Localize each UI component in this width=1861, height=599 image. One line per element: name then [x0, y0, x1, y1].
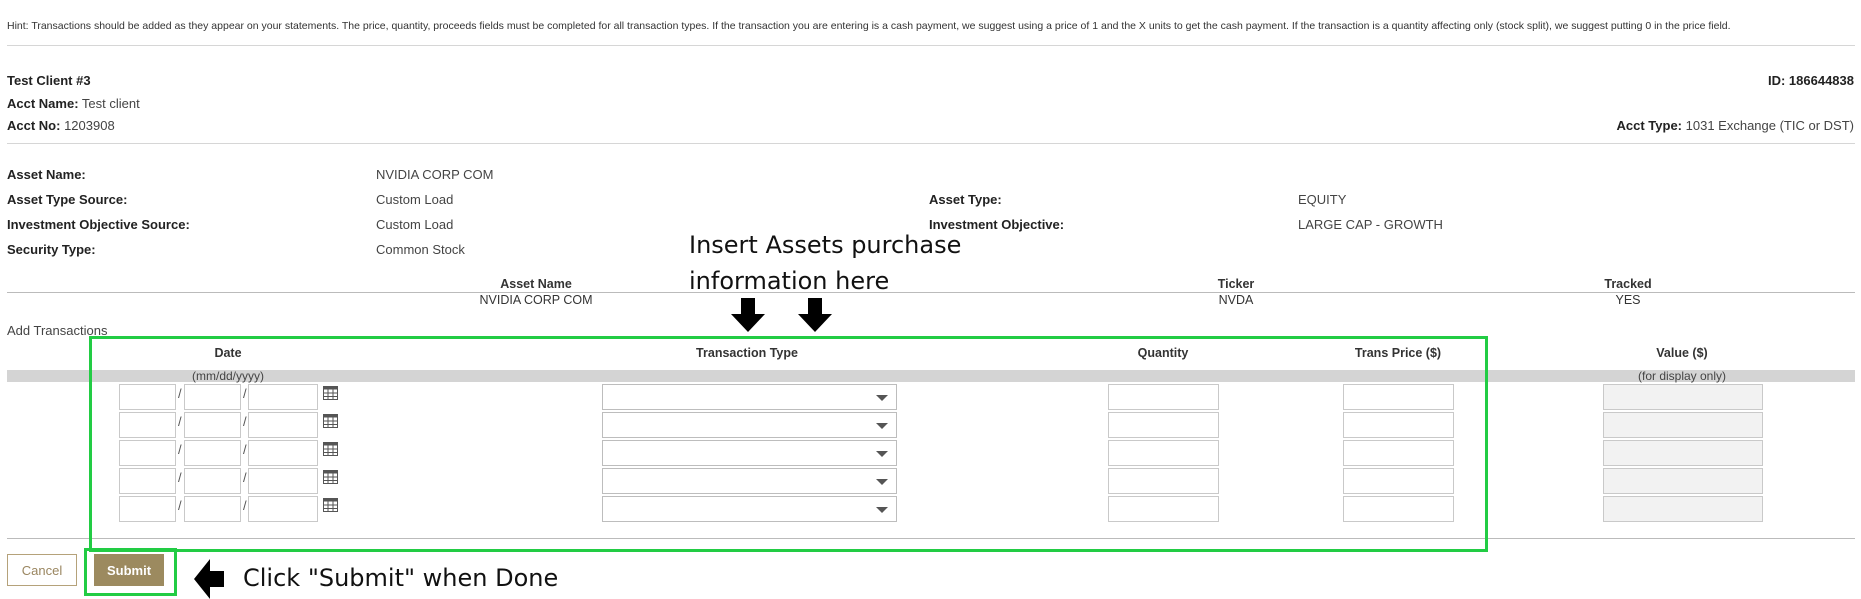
value-display-field: [1603, 384, 1763, 410]
acct-name-label: Acct Name:: [7, 96, 79, 111]
asset-name-label: Asset Name:: [7, 167, 86, 182]
divider: [7, 143, 1855, 144]
asset-type-value: EQUITY: [1298, 192, 1347, 207]
value-display-field: [1603, 496, 1763, 522]
acct-name: Acct Name: Test client: [7, 96, 140, 111]
acct-type: Acct Type: 1031 Exchange (TIC or DST): [1617, 118, 1854, 133]
client-id: ID: 186644838: [1768, 73, 1854, 88]
asset-table-cell-tracked: YES: [1615, 293, 1641, 307]
submit-highlight-box: [84, 548, 177, 596]
annotation-insert-line2: information here: [689, 267, 890, 295]
annotation-insert-line1: Insert Assets purchase: [689, 231, 962, 259]
acct-no: Acct No: 1203908: [7, 118, 115, 133]
acct-no-value: 1203908: [64, 118, 115, 133]
cancel-button[interactable]: Cancel: [7, 554, 77, 586]
security-type-label: Security Type:: [7, 242, 96, 257]
annotation-submit-note: Click "Submit" when Done: [243, 564, 559, 592]
hint-text: Hint: Transactions should be added as th…: [7, 20, 1731, 32]
asset-name-value: NVIDIA CORP COM: [376, 167, 494, 182]
investment-objective-value: LARGE CAP - GROWTH: [1298, 217, 1443, 232]
acct-type-value: 1031 Exchange (TIC or DST): [1685, 118, 1854, 133]
transactions-highlight-box: [89, 336, 1488, 552]
arrow-left-icon: [194, 559, 224, 599]
value-display-hint: (for display only): [1637, 369, 1727, 383]
asset-table-cell-name: NVIDIA CORP COM: [479, 293, 593, 307]
client-name: Test Client #3: [7, 73, 91, 88]
asset-table-header-tracked: Tracked: [1604, 277, 1652, 291]
acct-type-label: Acct Type:: [1616, 118, 1683, 133]
asset-table-header-name: Asset Name: [500, 277, 572, 291]
asset-type-source-value: Custom Load: [376, 192, 454, 207]
col-header-value: Value ($): [1656, 346, 1708, 360]
asset-type-label: Asset Type:: [929, 192, 1002, 207]
value-display-field: [1603, 468, 1763, 494]
divider: [7, 45, 1855, 46]
arrow-down-icon: [731, 298, 765, 332]
security-type-value: Common Stock: [376, 242, 465, 257]
annotation-insert-info: Insert Assets purchase information here: [689, 227, 961, 299]
value-display-field: [1603, 440, 1763, 466]
asset-table-header-ticker: Ticker: [1217, 277, 1255, 291]
investment-objective-source-value: Custom Load: [376, 217, 454, 232]
value-display-field: [1603, 412, 1763, 438]
arrow-down-icon: [798, 298, 832, 332]
client-id-label: ID:: [1767, 73, 1786, 88]
acct-no-label: Acct No:: [7, 118, 61, 133]
acct-name-value: Test client: [81, 96, 140, 111]
asset-table-cell-ticker: NVDA: [1218, 293, 1254, 307]
investment-objective-source-label: Investment Objective Source:: [7, 217, 190, 232]
asset-type-source-label: Asset Type Source:: [7, 192, 128, 207]
client-id-value: 186644838: [1788, 73, 1854, 88]
